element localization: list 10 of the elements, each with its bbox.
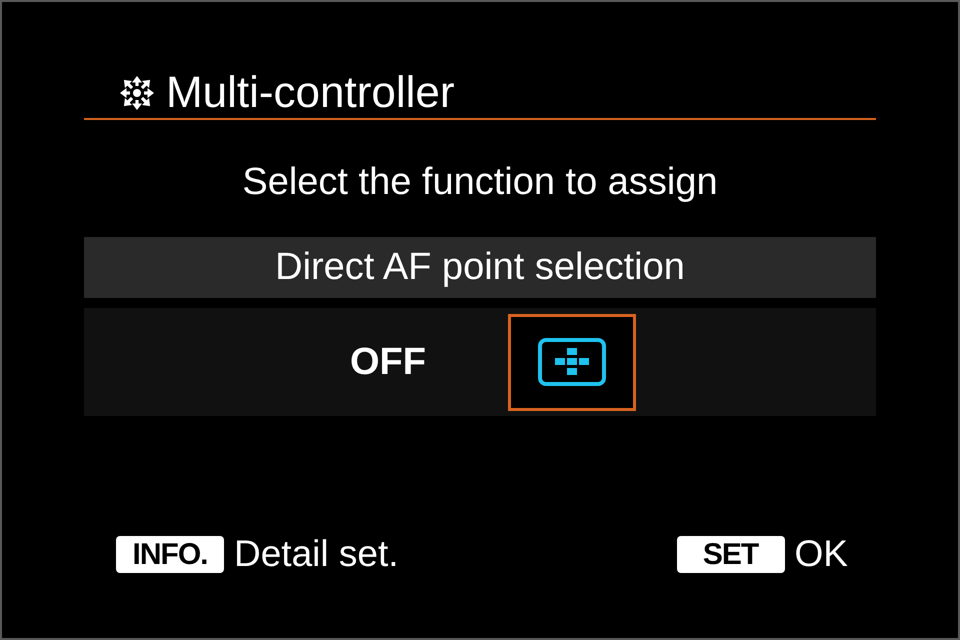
- af-points-icon: [538, 338, 606, 386]
- key-badge: INFO.: [116, 536, 224, 572]
- option-item[interactable]: OFF: [324, 314, 452, 410]
- hint-text: Detail set.: [234, 532, 399, 576]
- prompt-text: Select the function to assign: [241, 160, 719, 205]
- key-badge: SET: [676, 536, 785, 572]
- option-item[interactable]: [508, 314, 636, 410]
- hint-text: OK: [794, 532, 848, 576]
- function-label: Direct AF point selection: [84, 237, 876, 298]
- menu-title: Multi-controller: [166, 68, 455, 118]
